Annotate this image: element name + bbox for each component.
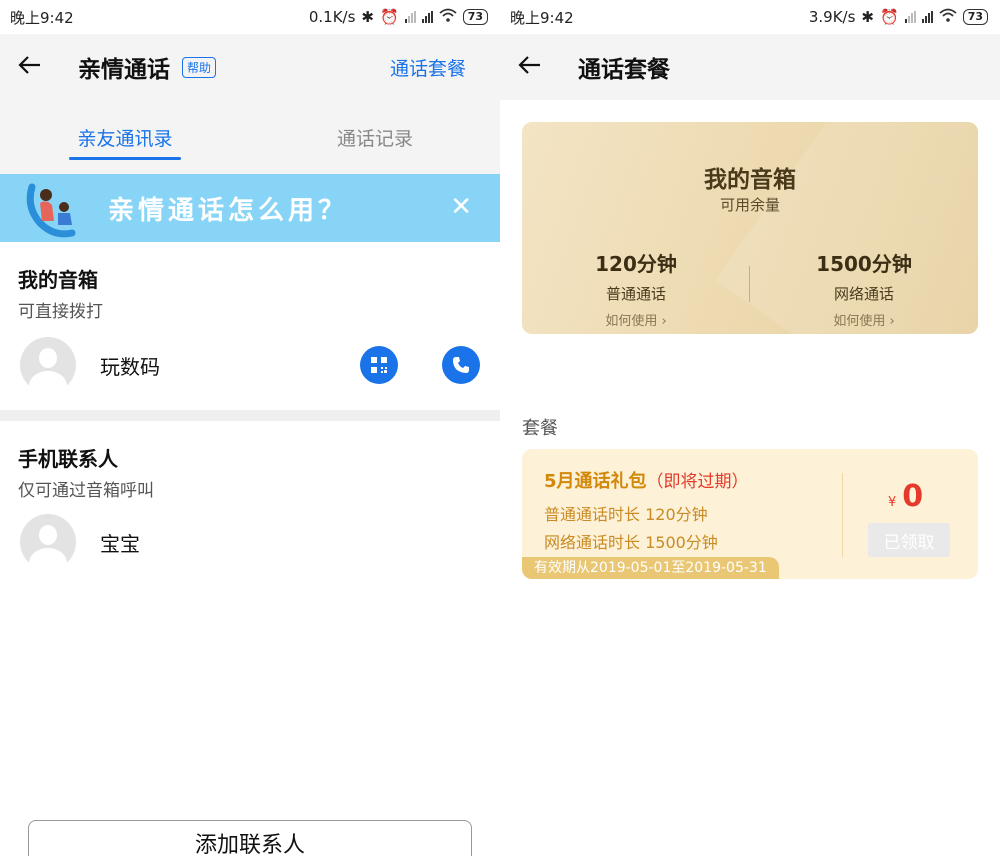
status-time: 晚上9:42 (510, 8, 574, 27)
back-arrow-icon[interactable] (518, 52, 558, 82)
my-speaker-section: 我的音箱 可直接拨打 (0, 242, 500, 332)
status-icons: 3.9K/s ✱ ⏰ 73 (809, 8, 988, 26)
section-subtitle: 仅可通过音箱呼叫 (18, 481, 154, 501)
status-bar: 晚上9:42 3.9K/s ✱ ⏰ 73 (500, 0, 1000, 34)
normal-call-balance: 120分钟 普通通话 如何使用 › (522, 248, 750, 329)
package-normal-minutes: 普通通话时长 120分钟 (544, 505, 708, 524)
family-illustration-icon (24, 177, 86, 239)
section-subtitle: 可直接拨打 (18, 302, 103, 322)
normal-call-label: 普通通话 (605, 285, 666, 303)
avatar (20, 514, 76, 570)
bluetooth-icon: ✱ (361, 8, 374, 26)
claimed-button[interactable]: 已领取 (868, 523, 950, 557)
status-time: 晚上9:42 (10, 8, 74, 27)
battery-icon: 73 (962, 9, 988, 25)
app-bar: 亲情通话 帮助 通话套餐 (0, 34, 500, 100)
network-speed: 3.9K/s (808, 8, 856, 26)
balance-card-title: 我的音箱 (704, 167, 796, 193)
contact-row[interactable]: 宝宝 (0, 503, 500, 581)
battery-icon: 73 (462, 9, 488, 25)
help-badge[interactable]: 帮助 (182, 56, 217, 78)
page-title: 亲情通话 (78, 57, 170, 83)
bluetooth-icon: ✱ (861, 8, 874, 26)
app-bar: 通话套餐 (500, 34, 1000, 100)
price-value: 0 (902, 479, 924, 514)
chevron-right-icon: › (661, 314, 667, 329)
package-divider (842, 473, 843, 557)
signal-icon (921, 11, 933, 23)
status-icons: 0.1K/s ✱ ⏰ 73 (309, 8, 488, 26)
currency-symbol: ¥ (888, 495, 897, 510)
status-bar: 晚上9:42 0.1K/s ✱ ⏰ 73 (0, 0, 500, 34)
package-price: ¥0 (888, 479, 923, 514)
phone-call-icon[interactable] (442, 346, 480, 384)
call-package-link[interactable]: 通话套餐 (390, 54, 482, 81)
how-to-banner[interactable]: 亲情通话怎么用？ ✕ (0, 174, 500, 242)
how-to-use-link[interactable]: 如何使用 › (522, 310, 750, 329)
package-card: 5月通话礼包（即将过期） 普通通话时长 120分钟 网络通话时长 1500分钟 … (522, 449, 978, 579)
contact-row[interactable]: 玩数码 (0, 326, 500, 404)
tab-contacts[interactable]: 亲友通讯录 (0, 100, 250, 174)
normal-call-minutes: 120分钟 (595, 252, 677, 276)
page-title: 通话套餐 (578, 57, 670, 83)
add-contact-button[interactable]: 添加联系人 (28, 820, 472, 856)
signal-icon (421, 11, 433, 23)
section-divider (0, 410, 500, 421)
wifi-icon (439, 8, 457, 26)
how-to-use-link[interactable]: 如何使用 › (750, 310, 978, 329)
network-call-label: 网络通话 (833, 285, 894, 303)
expiry-warning: （即将过期） (646, 472, 749, 492)
balance-card-subtitle: 可用余量 (719, 196, 780, 214)
section-title: 手机联系人 (18, 447, 118, 471)
back-arrow-icon[interactable] (18, 52, 58, 82)
package-title: 5月通话礼包（即将过期） (544, 471, 749, 492)
phone-contacts-section: 手机联系人 仅可通过音箱呼叫 (0, 421, 500, 511)
banner-text: 亲情通话怎么用？ (108, 195, 349, 226)
alarm-icon: ⏰ (380, 8, 399, 26)
network-speed: 0.1K/s (308, 8, 356, 26)
network-call-balance: 1500分钟 网络通话 如何使用 › (750, 248, 978, 329)
avatar (20, 337, 76, 393)
right-screen: 晚上9:42 3.9K/s ✱ ⏰ 73 通话套餐 我的音箱 可用余量 120分… (500, 0, 1000, 856)
validity-badge: 有效期从2019-05-01至2019-05-31 (522, 557, 779, 579)
wifi-icon (939, 8, 957, 26)
close-icon[interactable]: ✕ (450, 194, 472, 220)
signal-icon (904, 11, 916, 23)
tab-call-history[interactable]: 通话记录 (250, 100, 500, 174)
chevron-right-icon: › (889, 314, 895, 329)
package-network-minutes: 网络通话时长 1500分钟 (544, 533, 718, 552)
tab-bar: 亲友通讯录 通话记录 (0, 100, 500, 174)
contact-name: 宝宝 (100, 531, 140, 556)
section-title: 我的音箱 (18, 268, 98, 292)
left-screen: 晚上9:42 0.1K/s ✱ ⏰ 73 亲情通话 帮助 通话套餐 亲友通讯录 … (0, 0, 500, 856)
alarm-icon: ⏰ (880, 8, 899, 26)
qr-code-icon[interactable] (360, 346, 398, 384)
balance-card: 我的音箱 可用余量 120分钟 普通通话 如何使用 › 1500分钟 网络通话 … (522, 122, 978, 334)
package-section-label: 套餐 (522, 418, 558, 439)
signal-icon (404, 11, 416, 23)
network-call-minutes: 1500分钟 (816, 252, 912, 276)
contact-name: 玩数码 (100, 354, 160, 379)
